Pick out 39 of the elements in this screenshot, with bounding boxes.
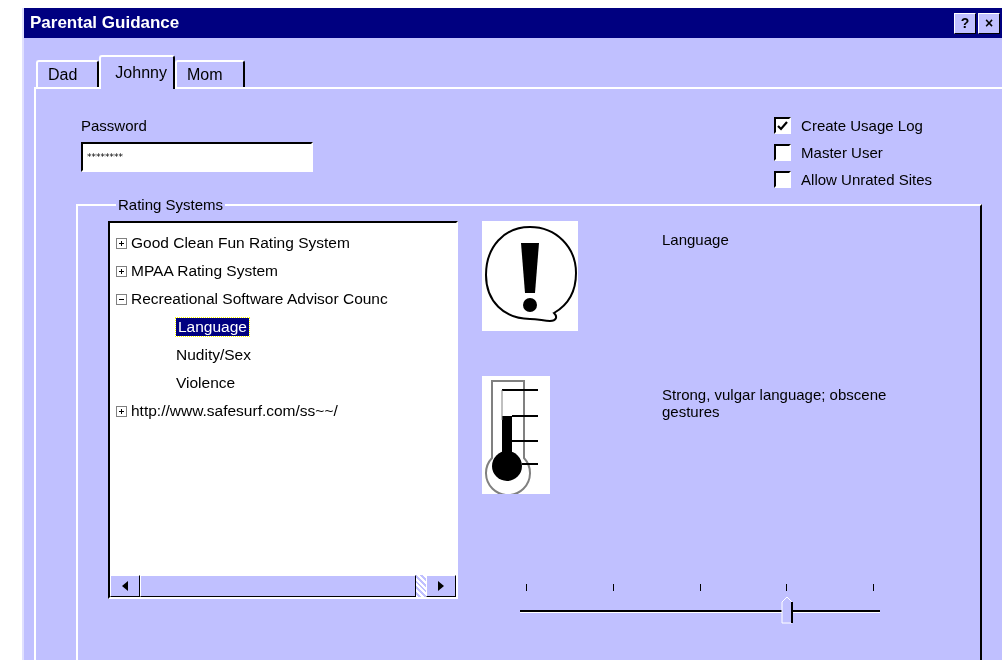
tree-item[interactable]: Good Clean Fun Rating System xyxy=(131,234,350,252)
tree-item[interactable]: Nudity/Sex xyxy=(176,346,251,364)
tree-item[interactable]: Violence xyxy=(176,374,236,392)
tree-item[interactable]: MPAA Rating System xyxy=(131,262,278,280)
close-button[interactable]: × xyxy=(978,12,1000,34)
checkbox[interactable] xyxy=(774,117,792,134)
tree-item[interactable]: http://www.safesurf.com/ss~~/ xyxy=(131,402,338,420)
rating-slider[interactable] xyxy=(520,584,880,624)
password-label: Password xyxy=(81,117,148,134)
scroll-right-button[interactable] xyxy=(426,575,456,597)
tab[interactable]: Dad xyxy=(36,60,100,88)
thermometer-icon xyxy=(482,376,550,494)
slider-thumb[interactable] xyxy=(781,596,793,624)
tree-view[interactable]: Good Clean Fun Rating System MPAA Rating System Recreational Software Advisor Counc Language Nudity/Sex Violence http://www.safesurf.com/ss~~/ xyxy=(108,221,458,599)
left-arrow-icon xyxy=(122,581,128,591)
tab[interactable]: Johnny xyxy=(99,55,175,89)
tree-item[interactable]: Language xyxy=(176,318,249,336)
group-title: Rating Systems xyxy=(117,196,225,213)
collapse-icon[interactable] xyxy=(116,293,127,305)
right-arrow-icon xyxy=(438,581,444,591)
scrollbar-thumb[interactable] xyxy=(140,575,416,597)
rating-description: Strong, vulgar language; obscene gestures xyxy=(662,385,888,422)
scrollbar-track[interactable] xyxy=(416,575,426,597)
password-field[interactable]: ******** xyxy=(81,142,313,172)
help-button[interactable]: ? xyxy=(954,12,976,34)
checkbox[interactable] xyxy=(774,171,792,188)
category-name: Language xyxy=(662,230,730,250)
expand-icon[interactable] xyxy=(116,405,127,417)
checkbox-label: Create Usage Log xyxy=(801,117,923,134)
window-title: Parental Guidance xyxy=(30,13,180,33)
tree-item[interactable]: Recreational Software Advisor Counc xyxy=(131,290,388,308)
tab[interactable]: Mom xyxy=(174,60,245,88)
expand-icon[interactable] xyxy=(116,265,127,277)
scroll-left-button[interactable] xyxy=(110,575,140,597)
exclamation-bubble-icon xyxy=(482,221,578,331)
checkbox-label: Master User xyxy=(801,144,883,161)
expand-icon[interactable] xyxy=(116,237,127,249)
checkbox[interactable] xyxy=(774,144,792,161)
checkbox-label: Allow Unrated Sites xyxy=(801,171,932,188)
